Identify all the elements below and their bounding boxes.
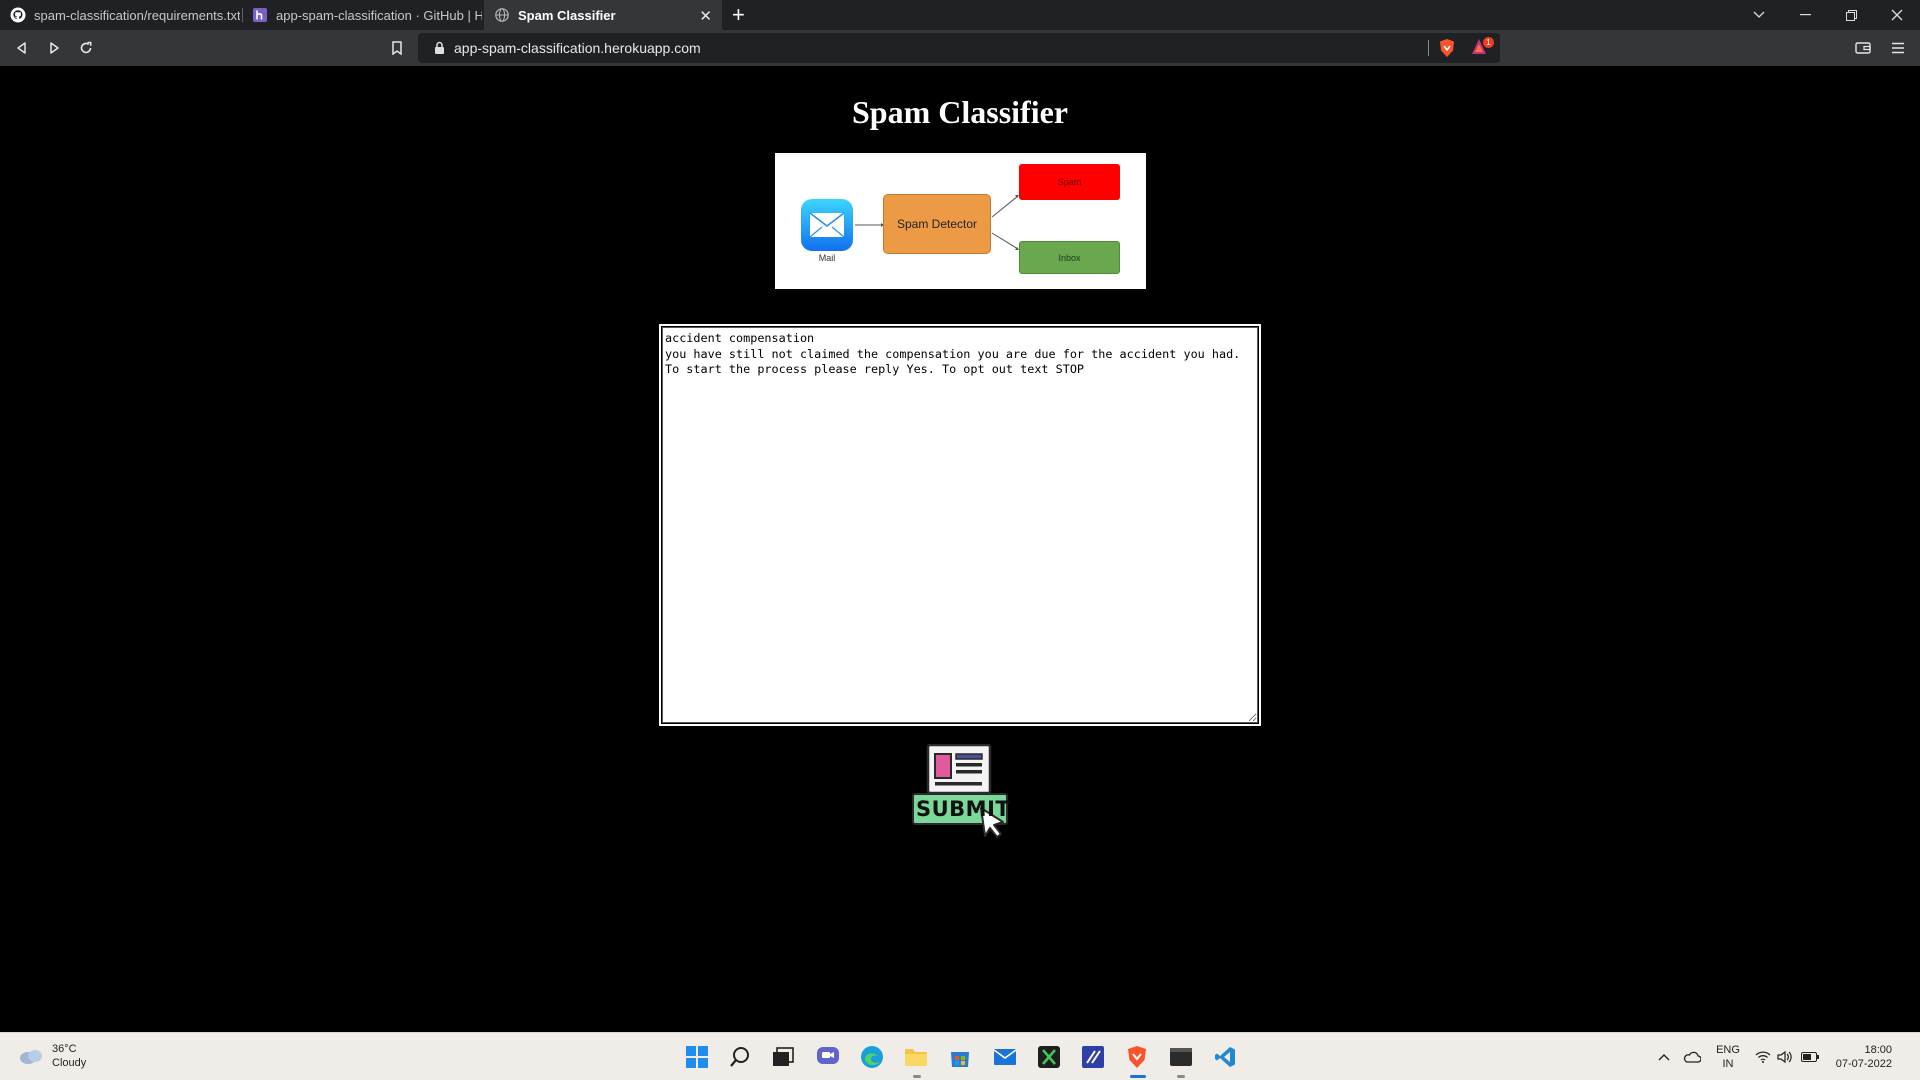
notification-badge: 1	[1483, 37, 1494, 48]
start-icon[interactable]	[682, 1042, 712, 1072]
restore-icon[interactable]	[1828, 0, 1874, 30]
vscode-icon[interactable]	[1210, 1042, 1240, 1072]
mail-icon	[801, 199, 853, 251]
message-textarea-wrapper: accident compensation you have still not…	[659, 324, 1261, 726]
tab-requirements[interactable]: spam-classification/requirements.txt a	[0, 0, 240, 30]
heroku-icon	[252, 7, 268, 23]
url-text: app-spam-classification.herokuapp.com	[454, 40, 701, 56]
clock[interactable]: 18:00 07-07-2022	[1826, 1043, 1892, 1071]
weather-desc: Cloudy	[52, 1057, 87, 1069]
cloud-icon	[20, 1050, 42, 1064]
xbox-icon[interactable]	[1034, 1042, 1064, 1072]
bookmark-icon[interactable]	[387, 38, 407, 58]
new-tab-button[interactable]: +	[732, 2, 745, 28]
tab-spam-classifier[interactable]: Spam Classifier ✕	[484, 0, 722, 30]
brave-shield-icon[interactable]	[1438, 38, 1456, 63]
page-title: Spam Classifier	[852, 94, 1068, 130]
forward-icon[interactable]	[44, 38, 64, 58]
github-icon	[10, 7, 26, 23]
tab-title: app-spam-classification · GitHub | Her	[276, 7, 482, 23]
globe-icon	[494, 7, 510, 23]
edge-icon[interactable]	[857, 1042, 887, 1072]
inbox-box: Inbox	[1019, 241, 1120, 274]
address-bar[interactable]: app-spam-classification.herokuapp.com 1	[418, 33, 1500, 63]
browser-toolbar: app-spam-classification.herokuapp.com 1	[0, 30, 1920, 66]
pen-app-icon[interactable]	[1078, 1042, 1108, 1072]
spam-detector-box: Spam Detector	[883, 194, 991, 254]
weather-widget[interactable]: 36°C Cloudy	[18, 1042, 86, 1070]
chevron-up-icon[interactable]	[1656, 1042, 1672, 1072]
close-tab-icon[interactable]: ✕	[699, 7, 712, 25]
wifi-icon[interactable]	[1754, 1042, 1772, 1072]
tab-github-heroku[interactable]: app-spam-classification · GitHub | Her	[242, 0, 482, 30]
weather-temp: 36°C	[52, 1043, 77, 1055]
file-explorer-icon[interactable]	[901, 1042, 931, 1072]
tab-strip: spam-classification/requirements.txt a a…	[0, 0, 1920, 30]
tab-search-icon[interactable]	[1736, 0, 1782, 30]
clock-date: 07-07-2022	[1835, 1058, 1892, 1070]
submit-button[interactable]: SUBMIT	[911, 743, 1011, 842]
brave-rewards-icon[interactable]: 1	[1470, 37, 1494, 62]
terminal-icon[interactable]	[1166, 1042, 1196, 1072]
mail-label: Mail	[818, 253, 836, 263]
store-icon[interactable]	[945, 1042, 975, 1072]
clock-time: 18:00	[1864, 1044, 1892, 1056]
menu-icon[interactable]	[1888, 38, 1908, 58]
back-icon[interactable]	[12, 38, 32, 58]
language-indicator[interactable]: ENG IN	[1712, 1043, 1744, 1071]
chat-icon[interactable]	[813, 1042, 843, 1072]
search-icon[interactable]	[725, 1042, 755, 1072]
tab-title: Spam Classifier	[518, 7, 616, 23]
task-view-icon[interactable]	[768, 1042, 798, 1072]
submit-graphic	[912, 743, 1008, 838]
active-indicator	[1130, 1075, 1146, 1078]
wallet-icon[interactable]	[1853, 38, 1873, 58]
spam-box: Spam	[1019, 164, 1120, 200]
running-indicator	[1177, 1075, 1185, 1078]
brave-browser-icon[interactable]	[1122, 1042, 1152, 1072]
taskbar: 36°C Cloudy ENG IN 18:00 07-07-2022	[0, 1032, 1920, 1080]
message-textarea[interactable]: accident compensation you have still not…	[662, 327, 1258, 723]
page-content: Spam Classifier Mail Spam Detector Spam …	[0, 66, 1920, 1032]
lock-icon	[434, 41, 446, 55]
spam-detector-diagram: Mail Spam Detector Spam Inbox	[775, 153, 1146, 289]
reload-icon[interactable]	[76, 38, 96, 58]
battery-icon[interactable]	[1800, 1042, 1820, 1072]
region-code: IN	[1722, 1058, 1734, 1070]
mail-app-icon[interactable]	[990, 1042, 1020, 1072]
tab-title: spam-classification/requirements.txt a	[34, 7, 240, 23]
close-window-icon[interactable]	[1874, 0, 1920, 30]
minimize-icon[interactable]	[1782, 0, 1828, 30]
running-indicator	[913, 1075, 921, 1078]
url-divider	[1428, 40, 1429, 56]
language-code: ENG	[1716, 1044, 1740, 1056]
onedrive-icon[interactable]	[1680, 1042, 1704, 1072]
volume-icon[interactable]	[1776, 1042, 1794, 1072]
